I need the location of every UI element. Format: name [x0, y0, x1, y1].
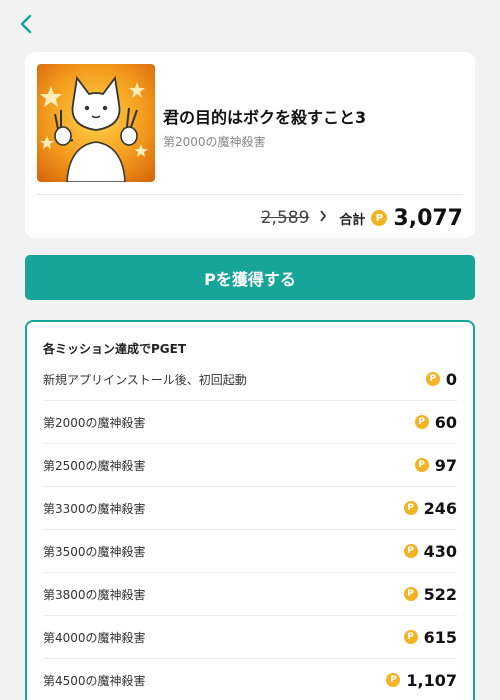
mission-points: 97: [434, 455, 457, 475]
get-points-button[interactable]: Pを獲得する: [25, 255, 475, 300]
mission-label: 新規アプリインストール後、初回起動: [43, 372, 247, 387]
mission-label: 第4000の魔神殺害: [43, 630, 146, 645]
card-divider: [37, 194, 463, 195]
mission-points: 1,107: [406, 670, 457, 690]
mission-points: 60: [434, 412, 457, 432]
app-card[interactable]: 君の目的はボクを殺すこと3 第2000の魔神殺害 2,589 合計 P 3,07…: [25, 52, 475, 238]
back-button[interactable]: [12, 10, 40, 38]
mission-label: 第2000の魔神殺害: [43, 415, 146, 430]
point-coin-icon: P: [403, 587, 418, 601]
chevron-right-icon: [319, 210, 327, 226]
point-coin-icon: P: [403, 630, 418, 644]
point-coin-icon: P: [414, 458, 429, 472]
mission-points: 0: [445, 369, 457, 389]
mission-points: 430: [423, 541, 457, 561]
point-coin-icon: P: [425, 372, 440, 386]
original-points: 2,589: [260, 208, 310, 228]
mission-row: 第4500の魔神殺害 P 1,107: [43, 659, 457, 700]
mission-row: 第3300の魔神殺害 P 246: [43, 487, 457, 530]
mission-row: 第2500の魔神殺害 P 97: [43, 444, 457, 487]
point-coin-icon: P: [403, 544, 418, 558]
mission-label: 第3300の魔神殺害: [43, 501, 146, 516]
mission-list: 新規アプリインストール後、初回起動 P0 第2000の魔神殺害 P 60 第250…: [43, 358, 457, 700]
app-icon: [37, 64, 155, 182]
mission-points: 246: [423, 498, 457, 518]
point-coin-icon: P: [403, 501, 418, 515]
app-title: 君の目的はボクを殺すこと3: [163, 108, 367, 127]
chevron-left-icon: [20, 14, 32, 34]
mission-header: 各ミッション達成でPGET: [43, 342, 187, 356]
mission-label: 第3500の魔神殺害: [43, 544, 146, 559]
price-summary: 2,589 合計 P 3,077: [261, 202, 463, 234]
point-coin-icon: P: [414, 415, 429, 429]
total-label: 合計: [339, 212, 366, 228]
mission-points: 615: [423, 627, 457, 647]
mission-label: 第4500の魔神殺害: [43, 673, 146, 688]
mission-label: 第2500の魔神殺害: [43, 458, 146, 473]
mission-row: 第3800の魔神殺害 P 522: [43, 573, 457, 616]
mission-panel: 各ミッション達成でPGET 新規アプリインストール後、初回起動 P0 第2000…: [25, 320, 475, 700]
mission-row: 第2000の魔神殺害 P 60: [43, 401, 457, 444]
app-subtitle: 第2000の魔神殺害: [163, 135, 266, 149]
mission-label: 第3800の魔神殺害: [43, 587, 146, 602]
mission-row: 第4000の魔神殺害 P 615: [43, 616, 457, 659]
point-coin-icon: P: [371, 210, 388, 226]
point-coin-icon: P: [386, 673, 401, 687]
mission-row: 新規アプリインストール後、初回起動 P0: [43, 358, 457, 401]
mission-row: 第3500の魔神殺害 P 430: [43, 530, 457, 573]
total-points: 3,077: [393, 205, 463, 231]
mission-points: 522: [423, 584, 457, 604]
